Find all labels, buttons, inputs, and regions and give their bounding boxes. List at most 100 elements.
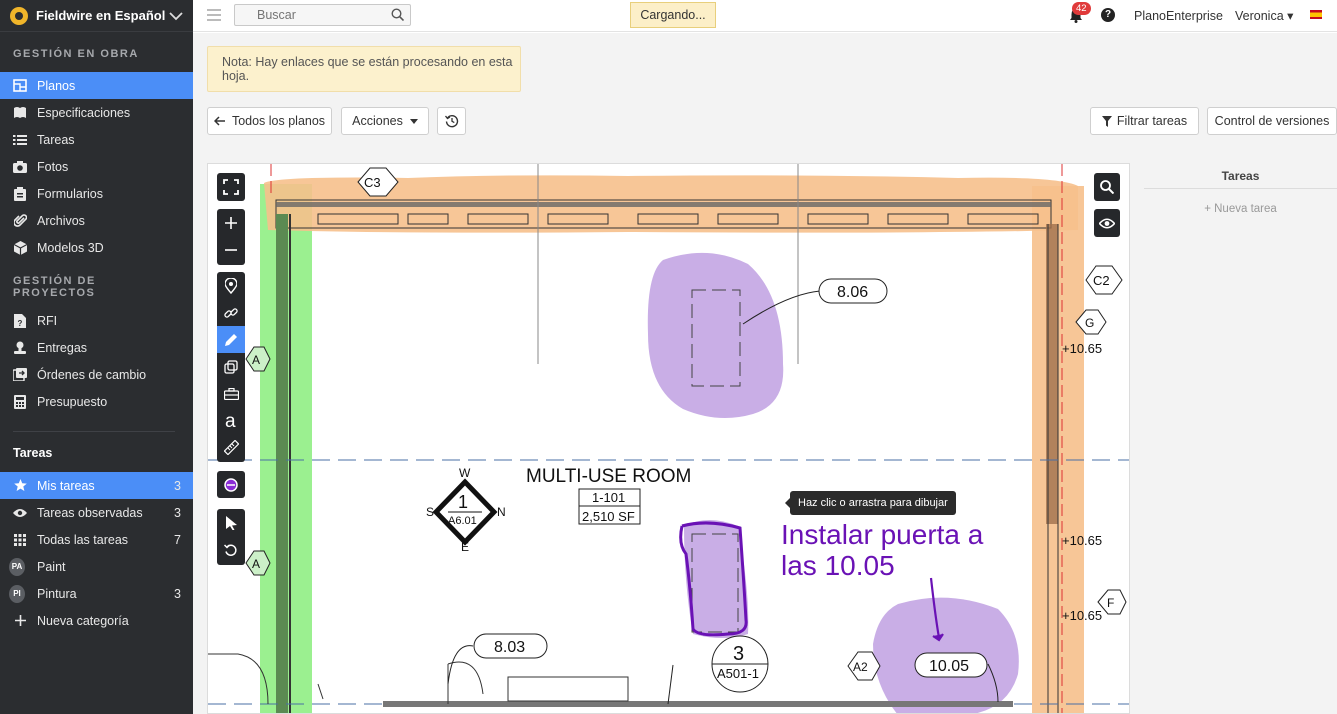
calculator-icon: [12, 394, 28, 410]
draw-tooltip: Haz clic o arrastra para dibujar: [785, 491, 956, 515]
section-gestion-obra: GESTIÓN EN OBRA: [13, 48, 139, 60]
paperclip-icon: [12, 213, 28, 229]
tag-f: F: [1107, 596, 1114, 610]
toolbox-icon[interactable]: [217, 380, 245, 407]
sidebar-item-rfi[interactable]: ? RFI: [0, 307, 193, 334]
expand-icon: [217, 173, 245, 200]
sidebar-item-modelos-3d[interactable]: Modelos 3D: [0, 234, 193, 261]
tasks-panel: Tareas + Nueva tarea: [1144, 163, 1337, 714]
sidebar-item-label: Todas las tareas: [37, 532, 129, 547]
color-picker-button[interactable]: [217, 471, 245, 498]
actions-dropdown[interactable]: Acciones: [341, 107, 429, 135]
section-tareas: Tareas: [13, 446, 53, 460]
search-input[interactable]: [235, 5, 385, 25]
project-switcher[interactable]: Fieldwire en Español: [0, 0, 193, 32]
avatar: PA: [9, 557, 25, 576]
sidebar-item-label: Órdenes de cambio: [37, 367, 147, 382]
ruler-icon[interactable]: [217, 434, 245, 461]
cube-icon: [12, 240, 28, 256]
rfi-icon: ?: [12, 313, 28, 329]
tag-a-bottom: A: [252, 557, 260, 571]
sidebar-item-label: Especificaciones: [37, 105, 131, 120]
compass-east: E: [461, 540, 469, 554]
sidebar-item-tareas-observadas[interactable]: Tareas observadas 3: [0, 499, 193, 526]
sidebar-item-label: RFI: [37, 313, 58, 328]
room-name: MULTI-USE ROOM: [526, 466, 691, 487]
eye-icon: [12, 505, 28, 521]
tag-c2: C2: [1093, 273, 1110, 288]
drawing-tools: a: [217, 272, 245, 462]
annotation-text-line1[interactable]: Instalar puerta a: [781, 519, 984, 550]
fullscreen-button[interactable]: [217, 173, 245, 201]
notification-badge: 42: [1072, 2, 1091, 15]
new-task-button[interactable]: + Nueva tarea: [1144, 203, 1337, 215]
zoom-controls: [217, 209, 245, 265]
section-gestion-proyectos: GESTIÓN DE PROYECTOS: [13, 275, 96, 299]
spain-flag-icon[interactable]: [1310, 10, 1322, 19]
help-icon[interactable]: ?: [1101, 8, 1115, 22]
sidebar-divider: [13, 431, 175, 432]
text-tool-icon[interactable]: a: [217, 407, 245, 434]
sidebar-item-archivos[interactable]: Archivos: [0, 207, 193, 234]
sidebar-item-label: Presupuesto: [37, 394, 108, 409]
stamp-icon: [12, 340, 28, 356]
menu-icon[interactable]: [207, 9, 221, 21]
list-icon: [12, 132, 28, 148]
filter-tasks-button[interactable]: Filtrar tareas: [1090, 107, 1199, 135]
sidebar-item-mis-tareas[interactable]: Mis tareas 3: [0, 472, 193, 499]
zoom-in-icon[interactable]: [217, 209, 245, 236]
sidebar-item-formularios[interactable]: Formularios: [0, 180, 193, 207]
compass-north: N: [497, 505, 506, 519]
search-icon[interactable]: [391, 8, 405, 24]
main-content: Nota: Hay enlaces que se están procesand…: [193, 33, 1337, 714]
floor-plan-drawing[interactable]: C3 C2 G F A2 A A 8.06 8.03 10.05 +10.65 …: [208, 164, 1130, 714]
sidebar-item-fotos[interactable]: Fotos: [0, 153, 193, 180]
sidebar-item-todas-las-tareas[interactable]: Todas las tareas 7: [0, 526, 193, 553]
plus-icon: [12, 613, 28, 629]
section-number: 3: [733, 643, 744, 665]
sidebar-item-nueva-categoria[interactable]: Nueva categoría: [0, 607, 193, 634]
link-icon[interactable]: [217, 299, 245, 326]
elevation-label: +10.65: [1062, 608, 1102, 623]
pen-icon[interactable]: [217, 326, 245, 353]
history-button[interactable]: [437, 107, 466, 135]
sidebar-item-label: Tareas: [37, 132, 75, 147]
sidebar-item-label: Planos: [37, 78, 76, 93]
chevron-down-icon[interactable]: [169, 8, 183, 24]
undo-icon[interactable]: [217, 536, 245, 563]
sidebar-item-especificaciones[interactable]: Especificaciones: [0, 99, 193, 126]
organization-name[interactable]: PlanoEnterprise: [1134, 9, 1223, 23]
version-control-button[interactable]: Control de versiones: [1207, 107, 1337, 135]
shapes-icon[interactable]: [217, 353, 245, 380]
sidebar-item-paint[interactable]: PA Paint: [0, 553, 193, 580]
blueprint-icon: [12, 78, 28, 94]
sidebar-item-presupuesto[interactable]: Presupuesto: [0, 388, 193, 415]
all-plans-label: Todos los planos: [231, 114, 326, 128]
compass-number: 1: [458, 492, 468, 512]
tag-c3: C3: [364, 175, 381, 190]
sidebar-item-label: Formularios: [37, 186, 103, 201]
plan-search-button[interactable]: [1094, 173, 1120, 201]
location-pin-icon[interactable]: [217, 272, 245, 299]
user-menu[interactable]: Veronica ▾: [1235, 8, 1293, 23]
zoom-out-icon[interactable]: [217, 236, 245, 263]
sidebar-item-pintura[interactable]: PI Pintura 3: [0, 580, 193, 607]
sidebar-item-tareas[interactable]: Tareas: [0, 126, 193, 153]
cursor-icon[interactable]: [217, 509, 245, 536]
history-icon: [444, 115, 458, 128]
project-name: Fieldwire en Español: [36, 8, 166, 23]
annotation-text-line2[interactable]: las 10.05: [781, 550, 895, 581]
svg-text:?: ?: [18, 319, 23, 328]
sidebar-item-ordenes-cambio[interactable]: Órdenes de cambio: [0, 361, 193, 388]
visibility-button[interactable]: [1094, 209, 1120, 237]
plan-viewer[interactable]: C3 C2 G F A2 A A 8.06 8.03 10.05 +10.65 …: [207, 163, 1130, 714]
search-box[interactable]: [234, 4, 411, 26]
sidebar-item-entregas[interactable]: Entregas: [0, 334, 193, 361]
sidebar-item-planos[interactable]: Planos: [0, 72, 193, 99]
filter-icon: [1101, 115, 1112, 127]
loading-indicator: Cargando...: [630, 2, 716, 28]
change-order-icon: [12, 367, 28, 383]
actions-label: Acciones: [352, 114, 403, 128]
sidebar-item-label: Pintura: [37, 586, 77, 601]
all-plans-button[interactable]: Todos los planos: [207, 107, 332, 135]
